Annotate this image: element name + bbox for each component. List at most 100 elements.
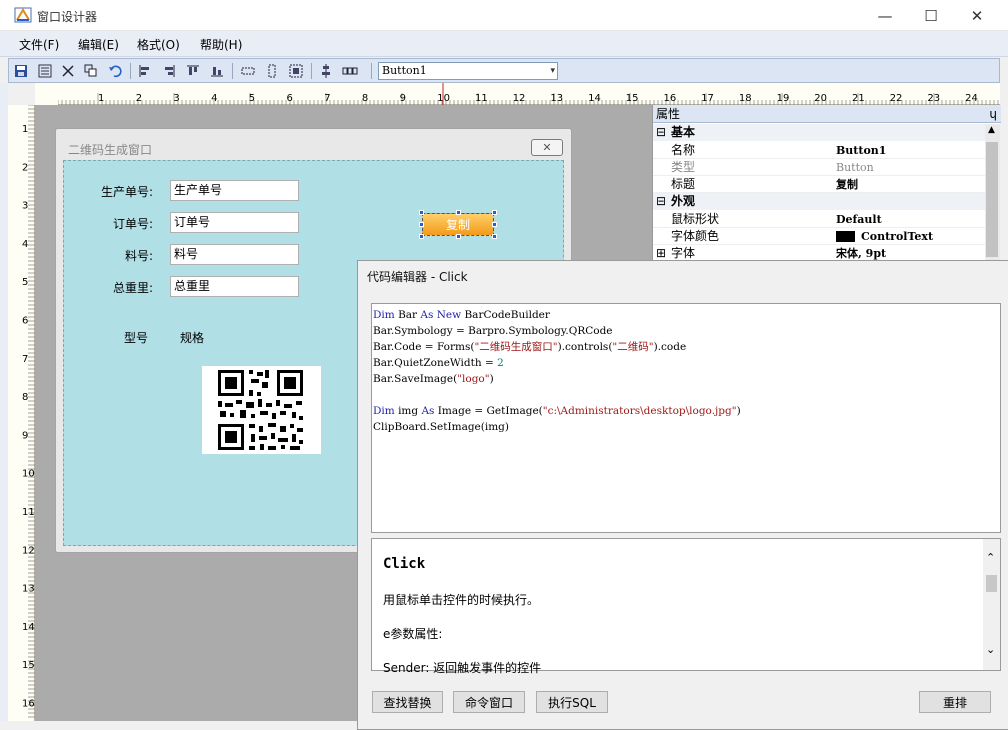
window-title: 窗口设计器 <box>37 10 98 24</box>
properties-icon[interactable] <box>36 62 54 80</box>
collapse-icon[interactable]: ⊟ <box>656 193 666 210</box>
help-scrollbar[interactable]: ⌃ ⌄ <box>983 539 1000 670</box>
properties-title: 属性 <box>656 107 681 121</box>
code-token: Bar.SaveImage( <box>373 373 458 385</box>
property-value: Button <box>836 161 874 174</box>
help-line: e参数属性: <box>383 627 443 641</box>
scrollbar-thumb[interactable] <box>986 142 998 257</box>
resize-handle[interactable] <box>456 210 461 215</box>
help-line: 用鼠标单击控件的时候执行。 <box>383 593 540 607</box>
save-icon[interactable] <box>12 62 30 80</box>
resize-handle[interactable] <box>419 210 424 215</box>
ruler-number: 16 <box>664 93 677 104</box>
property-row[interactable]: 类型 Button <box>653 159 985 176</box>
rearrange-button[interactable]: 重排 <box>919 691 991 713</box>
order-no-textbox[interactable]: 订单号 <box>170 212 299 233</box>
code-token: Dim <box>373 405 399 417</box>
property-category-basic[interactable]: ⊟ 基本 <box>653 124 985 141</box>
material-no-label: 料号: <box>124 249 153 263</box>
execute-sql-button[interactable]: 执行SQL <box>536 691 608 713</box>
ruler-number: 3 <box>173 93 179 104</box>
properties-scrollbar[interactable]: ▲ <box>985 124 1000 260</box>
total-weight-textbox[interactable]: 总重里 <box>170 276 299 297</box>
chevron-up-icon[interactable]: ⌃ <box>986 551 995 564</box>
help-title: Click <box>383 556 426 572</box>
code-token: Bar.Code = Forms( <box>373 341 475 353</box>
ruler-number: 2 <box>22 162 28 173</box>
ruler-number: 16 <box>22 699 35 710</box>
align-bottom-icon[interactable] <box>208 62 226 80</box>
resize-handle[interactable] <box>419 234 424 239</box>
property-category-appearance[interactable]: ⊟ 外观 <box>653 193 985 210</box>
collapse-icon[interactable]: ⊟ <box>656 124 666 141</box>
code-editor-window[interactable]: 代码编辑器 - Click Dim Bar As New BarCodeBuil… <box>357 260 1008 730</box>
ruler-number: 13 <box>22 584 35 595</box>
undo-icon[interactable] <box>106 62 124 80</box>
find-replace-button[interactable]: 查找替换 <box>372 691 443 713</box>
code-token: ).controls( <box>557 341 613 353</box>
object-selector-dropdown[interactable]: Button1 ▾ <box>378 62 558 80</box>
designer-app-icon <box>14 7 32 23</box>
ruler-number: 21 <box>852 93 865 104</box>
pin-icon[interactable]: ɥ <box>989 105 997 123</box>
material-no-textbox[interactable]: 料号 <box>170 244 299 265</box>
designed-form-close-button[interactable]: ✕ <box>531 139 563 156</box>
chevron-down-icon[interactable]: ⌄ <box>986 643 995 656</box>
properties-panel: 属性 ɥ ⊟ 基本 名称 Button1 类型 Button 标题 复制 ⊟ 外观 鼠标形状… <box>652 105 1001 262</box>
resize-handle[interactable] <box>456 234 461 239</box>
ruler-number: 24 <box>965 93 978 104</box>
ruler-number: 10 <box>22 469 35 480</box>
minimize-button[interactable]: — <box>862 0 908 31</box>
minimize-icon: — <box>877 6 893 25</box>
menu-bar: 文件(F) 编辑(E) 格式(O) 帮助(H) <box>0 31 1008 57</box>
center-horizontal-icon[interactable] <box>341 62 359 80</box>
align-top-icon[interactable] <box>184 62 202 80</box>
align-right-icon[interactable] <box>160 62 178 80</box>
code-line: Bar.SaveImage("logo") <box>373 371 1000 387</box>
code-text-area[interactable]: Dim Bar As New BarCodeBuilder Bar.Symbolo… <box>371 303 1001 533</box>
property-row[interactable]: 字体颜色 ControlText <box>653 228 985 245</box>
code-line: Bar.Code = Forms("二维码生成窗口").controls("二维… <box>373 339 1000 355</box>
ruler-number: 20 <box>814 93 827 104</box>
menu-help[interactable]: 帮助(H) <box>200 36 242 53</box>
code-editor-title: 代码编辑器 - Click <box>367 270 468 284</box>
property-row[interactable]: 鼠标形状 Default <box>653 211 985 228</box>
resize-handle[interactable] <box>492 234 497 239</box>
copy-icon[interactable] <box>82 62 100 80</box>
code-token: ClipBoard.SetImage(img) <box>373 421 510 433</box>
horizontal-ruler: 1 2 3 4 5 6 7 8 9 10 11 12 13 14 15 16 17 18 19 20 21 22 23 24 <box>57 83 1000 105</box>
ruler-number: 2 <box>136 93 142 104</box>
qr-code-image[interactable] <box>202 366 321 454</box>
center-vertical-icon[interactable] <box>317 62 335 80</box>
same-height-icon[interactable] <box>263 62 281 80</box>
designed-form-title: 二维码生成窗口 <box>68 143 153 157</box>
property-row[interactable]: 名称 Button1 <box>653 142 985 159</box>
command-window-button[interactable]: 命令窗口 <box>453 691 525 713</box>
scroll-up-icon[interactable]: ▲ <box>988 125 995 135</box>
copy-button[interactable]: 复制 <box>422 213 494 236</box>
cut-icon[interactable] <box>59 62 77 80</box>
production-no-label: 生产单号: <box>100 185 153 199</box>
ruler-number: 17 <box>701 93 714 104</box>
close-button[interactable]: ✕ <box>954 0 1000 31</box>
property-value: ControlText <box>861 230 934 243</box>
code-token: "logo" <box>457 373 490 385</box>
code-token: Bar <box>398 309 421 321</box>
ruler-number: 6 <box>22 316 28 327</box>
resize-handle[interactable] <box>419 222 424 227</box>
same-width-icon[interactable] <box>239 62 257 80</box>
align-left-icon[interactable] <box>136 62 154 80</box>
resize-handle[interactable] <box>492 210 497 215</box>
same-size-icon[interactable] <box>287 62 305 80</box>
production-no-textbox[interactable]: 生产单号 <box>170 180 299 201</box>
menu-file[interactable]: 文件(F) <box>19 36 59 53</box>
scrollbar-thumb[interactable] <box>986 575 997 592</box>
menu-format[interactable]: 格式(O) <box>137 36 180 53</box>
code-token: ) <box>489 373 494 385</box>
menu-edit[interactable]: 编辑(E) <box>78 36 119 53</box>
property-row[interactable]: 标题 复制 <box>653 176 985 193</box>
resize-handle[interactable] <box>492 222 497 227</box>
close-icon: ✕ <box>970 6 984 25</box>
maximize-button[interactable]: ☐ <box>908 0 954 31</box>
